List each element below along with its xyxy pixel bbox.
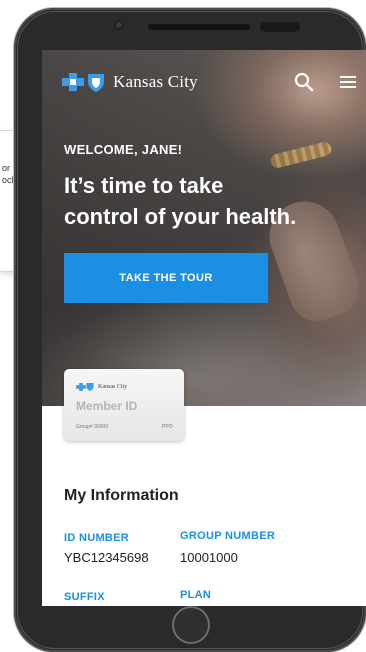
home-button[interactable] [172,606,210,644]
shield-logo-icon [87,72,105,92]
member-id-card[interactable]: Kansas City Member ID Group# 00000 PPO [64,369,184,441]
search-icon[interactable] [294,72,314,92]
earpiece-speaker [148,24,250,30]
brand-name: Kansas City [113,72,198,91]
group-number-value: 10001000 [180,550,238,565]
card-title: Member ID [76,399,138,413]
card-plan-type: PPO [162,424,173,430]
menu-icon[interactable] [338,72,358,92]
phone-frame: Kansas City WELCOME, JANE! It’s time to … [14,8,366,652]
card-group-number: Group# 00000 [76,424,108,430]
hero-headline: It’s time to take control of your health… [64,170,364,232]
front-camera [114,20,124,30]
brand-logo[interactable]: Kansas City [62,72,198,92]
proximity-sensor [260,22,300,32]
headline-line-1: It’s time to take [64,173,224,198]
welcome-message: WELCOME, JANE! [64,142,183,157]
my-information-heading: My Information [64,487,179,504]
top-navigation-bar: Kansas City [42,50,366,112]
id-number-label: ID NUMBER [64,532,130,544]
card-logo: Kansas City [76,378,127,396]
group-number-label: GROUP NUMBER [180,530,276,542]
suffix-label: SUFFIX [64,591,105,603]
take-the-tour-button[interactable]: TAKE THE TOUR [64,253,268,303]
card-cross-icon [76,378,86,396]
app-screen: Kansas City WELCOME, JANE! It’s time to … [42,50,366,606]
card-shield-icon [86,378,94,396]
card-brand-name: Kansas City [98,384,128,390]
headline-line-2: control of your health. [64,204,297,229]
id-number-value: YBC12345698 [64,550,149,565]
background-card-text-1: or [2,163,11,173]
cross-logo-icon [62,73,84,91]
plan-label: PLAN [180,589,212,601]
